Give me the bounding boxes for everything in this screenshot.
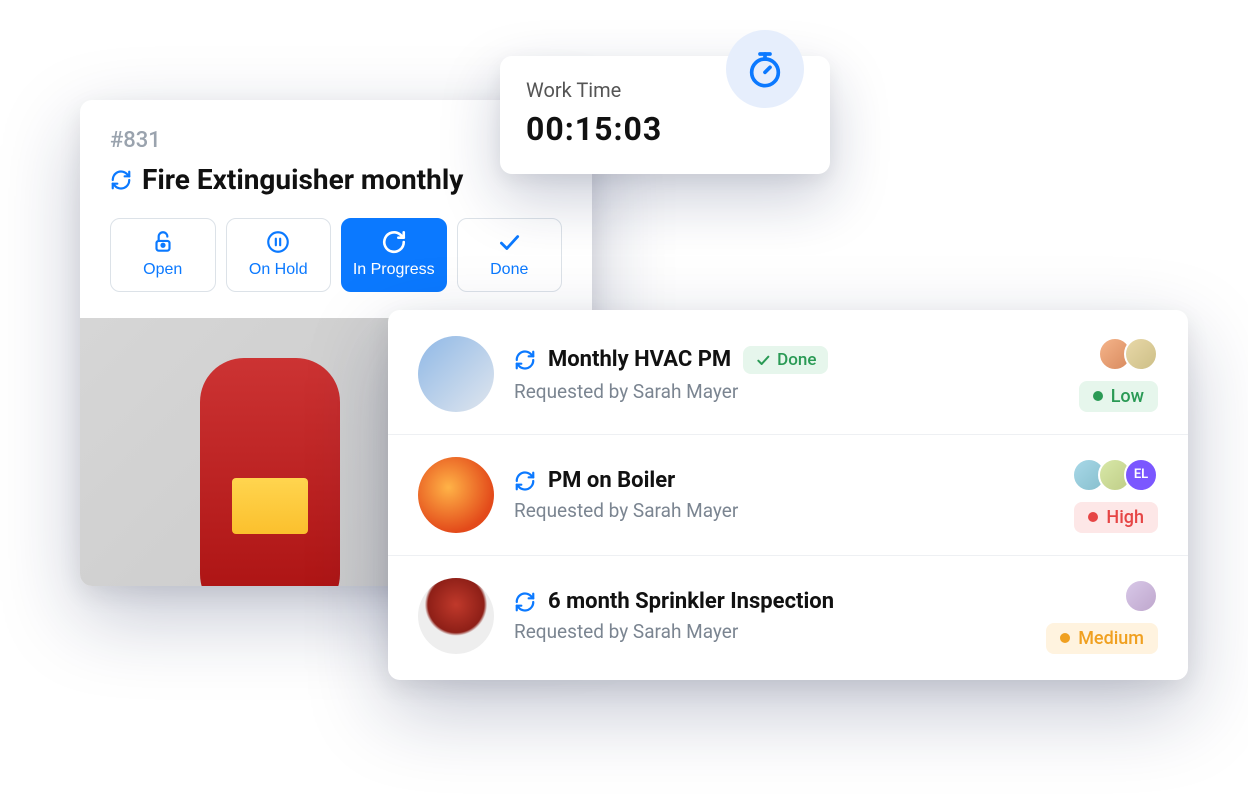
status-inprogress-button[interactable]: In Progress	[341, 218, 447, 292]
assignee-avatars	[1124, 579, 1158, 613]
work-time-card: Work Time 00:15:03	[500, 56, 830, 174]
priority-high-pill: High	[1074, 502, 1158, 533]
sync-icon	[514, 591, 536, 613]
status-onhold-label: On Hold	[249, 261, 308, 279]
task-row[interactable]: 6 month Sprinkler Inspection Requested b…	[388, 556, 1188, 676]
check-icon	[496, 229, 522, 255]
sync-icon	[514, 470, 536, 492]
assignee-avatars: EL	[1072, 458, 1158, 492]
status-inprogress-label: In Progress	[353, 261, 435, 279]
status-open-button[interactable]: Open	[110, 218, 216, 292]
task-row[interactable]: PM on Boiler Requested by Sarah Mayer EL…	[388, 435, 1188, 556]
task-title: Monthly HVAC PM	[548, 347, 731, 372]
avatar	[1124, 337, 1158, 371]
status-done-pill: Done	[743, 346, 828, 374]
open-lock-icon	[150, 229, 176, 255]
work-time-value: 00:15:03	[526, 110, 662, 148]
pause-icon	[265, 229, 291, 255]
sync-icon	[514, 349, 536, 371]
priority-low-pill: Low	[1079, 381, 1158, 412]
task-list-card: Monthly HVAC PM Done Requested by Sarah …	[388, 310, 1188, 680]
task-thumbnail	[418, 578, 494, 654]
avatar: EL	[1124, 458, 1158, 492]
avatar	[1124, 579, 1158, 613]
task-requester: Requested by Sarah Mayer	[514, 499, 1052, 522]
status-button-row: Open On Hold In Progress Done	[110, 218, 562, 292]
task-requester: Requested by Sarah Mayer	[514, 620, 1026, 643]
stopwatch-icon	[726, 30, 804, 108]
priority-medium-pill: Medium	[1046, 623, 1158, 654]
task-row[interactable]: Monthly HVAC PM Done Requested by Sarah …	[388, 314, 1188, 435]
task-title: PM on Boiler	[548, 468, 675, 493]
sync-icon	[110, 169, 132, 191]
task-thumbnail	[418, 336, 494, 412]
refresh-icon	[381, 229, 407, 255]
assignee-avatars	[1098, 337, 1158, 371]
task-thumbnail	[418, 457, 494, 533]
task-requester: Requested by Sarah Mayer	[514, 380, 1059, 403]
work-order-title: Fire Extinguisher monthly	[142, 163, 463, 196]
status-done-button[interactable]: Done	[457, 218, 563, 292]
work-order-id: #831	[110, 128, 562, 153]
work-time-label: Work Time	[526, 78, 662, 102]
work-order-title-row: Fire Extinguisher monthly	[110, 163, 562, 196]
status-done-label: Done	[490, 261, 528, 279]
status-open-label: Open	[143, 261, 182, 279]
task-title: 6 month Sprinkler Inspection	[548, 589, 834, 614]
check-icon	[755, 352, 771, 368]
status-onhold-button[interactable]: On Hold	[226, 218, 332, 292]
